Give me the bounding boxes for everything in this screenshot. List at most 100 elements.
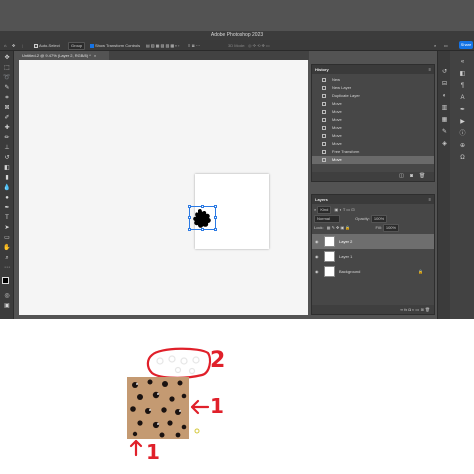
close-tab-icon[interactable]: ×	[94, 53, 96, 58]
pen-tool-icon[interactable]: ✒	[3, 205, 11, 211]
history-item[interactable]: Move	[312, 124, 434, 132]
move-tool-icon[interactable]: ✥	[12, 40, 15, 51]
crop-tool-icon[interactable]: ⌗	[3, 95, 11, 101]
paragraph-panel-icon[interactable]: ¶	[459, 83, 466, 89]
transform-handle[interactable]	[214, 216, 217, 219]
transform-handle[interactable]	[201, 205, 204, 208]
adjustment-layer-icon[interactable]: ◐	[412, 307, 414, 312]
layer-name[interactable]: Layer 2	[339, 234, 352, 249]
link-layers-icon[interactable]: ∞	[400, 307, 403, 312]
transform-bounding-box[interactable]	[188, 205, 217, 231]
transform-handle[interactable]	[188, 228, 191, 231]
layers-panel-title[interactable]: Layers	[315, 197, 328, 202]
quick-mask-icon[interactable]: ◎	[3, 293, 11, 299]
eraser-tool-icon[interactable]: ◧	[3, 165, 11, 171]
show-transform-checkbox[interactable]: Show Transform Controls	[90, 40, 140, 51]
panel-menu-icon[interactable]: ≡	[429, 195, 431, 204]
fx-icon[interactable]: fx	[404, 307, 407, 312]
history-item[interactable]: Move	[312, 108, 434, 116]
trash-icon[interactable]: 🗑	[419, 174, 425, 179]
history-item[interactable]: Move	[312, 140, 434, 148]
expand-panels-icon[interactable]: «	[459, 59, 466, 65]
frame-tool-icon[interactable]: ⊠	[3, 105, 11, 111]
filter-kind-dropdown[interactable]: Kind	[317, 206, 332, 214]
workspace-icon[interactable]: ▭	[444, 40, 448, 51]
move-tool-icon[interactable]: ✥	[3, 55, 11, 61]
filter-type-icons[interactable]: ▣ ◐ T ▭ ⊡	[335, 207, 355, 212]
new-layer-icon[interactable]: ⊞	[420, 307, 423, 312]
fill-field[interactable]: 100%	[382, 224, 400, 232]
history-item[interactable]: Move	[312, 100, 434, 108]
history-item[interactable]: Move	[312, 116, 434, 124]
marquee-tool-icon[interactable]: ⬚	[3, 65, 11, 71]
channels-panel-icon[interactable]: ◈	[441, 141, 448, 147]
stamp-tool-icon[interactable]: ⊥	[3, 145, 11, 151]
history-item[interactable]: New	[312, 76, 434, 84]
mode-3d-icons[interactable]: ◎ ✣ ⟲ ✥ ▭	[248, 40, 270, 51]
auto-select-checkbox[interactable]: Auto-Select	[34, 40, 60, 51]
healing-tool-icon[interactable]: ✚	[3, 125, 11, 131]
gradient-tool-icon[interactable]: ▮	[3, 175, 11, 181]
paths-panel-icon[interactable]: ✒	[459, 107, 466, 113]
brush-tool-icon[interactable]: ✏	[3, 135, 11, 141]
lasso-tool-icon[interactable]: ➰	[3, 75, 11, 81]
align-icons[interactable]: ▤ ▥ ▦ ▧ ▨ ▩ ▪ ▫	[146, 40, 179, 51]
swatches-panel-icon[interactable]: ▦	[441, 117, 448, 123]
path-select-tool-icon[interactable]: ➤	[3, 225, 11, 231]
distribute-icons[interactable]: ≡ ≣ ⋯	[188, 40, 200, 51]
transform-handle[interactable]	[188, 216, 191, 219]
history-panel-icon[interactable]: ↺	[441, 69, 448, 75]
history-panel-title[interactable]: History	[315, 67, 329, 72]
libraries-panel-icon[interactable]: ▥	[441, 105, 448, 111]
document-tab[interactable]: Untitled-2 @ 9.47% (Layer 2, RGB/8) * ×	[19, 51, 109, 60]
hand-tool-icon[interactable]: ✋	[3, 245, 11, 251]
panel-menu-icon[interactable]: ≡	[429, 65, 431, 74]
brushes-panel-icon[interactable]: ✎	[441, 129, 448, 135]
history-item[interactable]: New Layer	[312, 84, 434, 92]
eyedropper-tool-icon[interactable]: ✐	[3, 115, 11, 121]
auto-select-dropdown[interactable]: Group	[68, 40, 86, 51]
rectangle-tool-icon[interactable]: ▭	[3, 235, 11, 241]
history-brush-tool-icon[interactable]: ↺	[3, 155, 11, 161]
snapshot-icon[interactable]: ◫	[399, 174, 404, 179]
layer-row[interactable]: ◉ Layer 1	[312, 249, 434, 264]
character-panel-icon[interactable]: A	[459, 95, 466, 101]
history-item[interactable]: Free Transform	[312, 148, 434, 156]
layer-row[interactable]: ◉ Layer 2	[312, 234, 434, 249]
search-icon[interactable]: ⌕	[434, 40, 436, 51]
transform-handle[interactable]	[201, 228, 204, 231]
history-item[interactable]: Duplicate Layer	[312, 92, 434, 100]
properties-panel-icon[interactable]: ⊟	[441, 81, 448, 87]
color-panel-icon[interactable]: ◧	[459, 71, 466, 77]
adjustments-panel-icon[interactable]: ◐	[441, 93, 448, 99]
layer-name[interactable]: Layer 1	[339, 249, 352, 264]
camera-icon[interactable]: ◙	[409, 174, 414, 179]
transform-handle[interactable]	[188, 205, 191, 208]
dodge-tool-icon[interactable]: ●	[3, 195, 11, 201]
history-item[interactable]: Move	[312, 132, 434, 140]
visibility-eye-icon[interactable]: ◉	[315, 269, 321, 274]
layer-name[interactable]: Background	[339, 264, 360, 279]
share-button[interactable]: Share	[459, 41, 473, 49]
type-tool-icon[interactable]: T	[3, 215, 11, 221]
more-tools-icon[interactable]: ⋯	[3, 265, 11, 271]
screen-mode-icon[interactable]: ▣	[3, 303, 11, 309]
layer-row[interactable]: ◉ Background 🔒	[312, 264, 434, 279]
visibility-eye-icon[interactable]: ◉	[315, 254, 321, 259]
transform-handle[interactable]	[214, 228, 217, 231]
info-panel-icon[interactable]: ⓘ	[459, 131, 466, 137]
transform-handle[interactable]	[214, 205, 217, 208]
navigator-panel-icon[interactable]: ⊕	[459, 143, 466, 149]
history-item[interactable]: Move	[312, 156, 434, 164]
actions-panel-icon[interactable]: ▶	[459, 119, 466, 125]
lock-icons[interactable]: ▦ ✎ ✥ ▣ 🔒	[327, 225, 351, 230]
quick-select-tool-icon[interactable]: ✎	[3, 85, 11, 91]
foreground-color-swatch[interactable]	[2, 277, 9, 284]
blend-mode-dropdown[interactable]: Normal	[314, 215, 340, 223]
add-mask-icon[interactable]: ◘	[408, 307, 410, 312]
zoom-tool-icon[interactable]: ⌕	[3, 255, 11, 261]
glyphs-panel-icon[interactable]: Ω	[459, 155, 466, 161]
blur-tool-icon[interactable]: 💧	[3, 185, 11, 191]
opacity-field[interactable]: 100%	[370, 215, 388, 223]
visibility-eye-icon[interactable]: ◉	[315, 239, 321, 244]
